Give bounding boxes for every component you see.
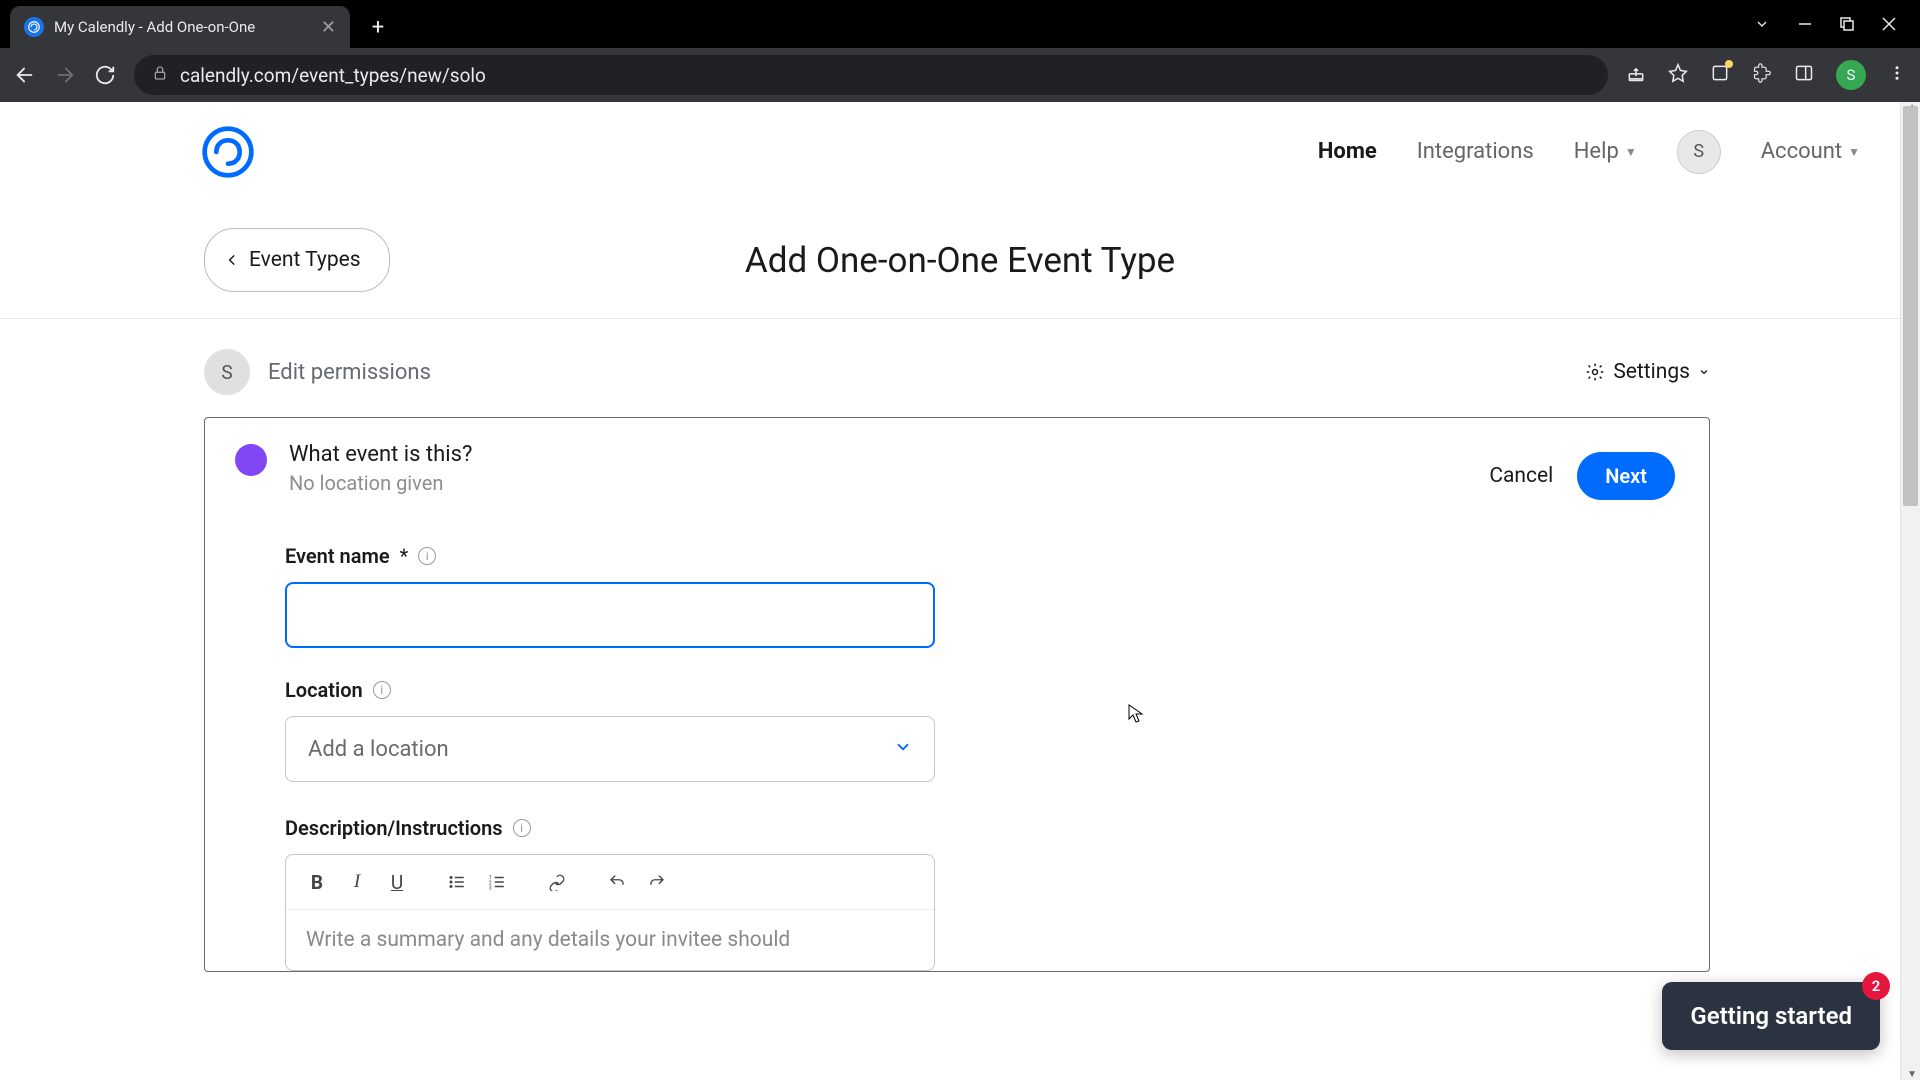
nav-help-label: Help bbox=[1574, 139, 1619, 164]
description-label: Description/Instructions bbox=[285, 816, 503, 840]
info-icon[interactable]: i bbox=[373, 681, 391, 699]
info-icon[interactable]: i bbox=[513, 819, 531, 837]
italic-icon[interactable]: I bbox=[340, 865, 374, 899]
browser-toolbar: calendly.com/event_types/new/solo S bbox=[0, 48, 1920, 102]
caret-down-icon: ▼ bbox=[1625, 145, 1637, 159]
underline-icon[interactable]: U bbox=[380, 865, 414, 899]
description-field: Description/Instructions i B I U 123 bbox=[285, 816, 1629, 971]
bullet-list-icon[interactable] bbox=[440, 865, 474, 899]
profile-avatar[interactable]: S bbox=[1836, 60, 1866, 90]
editor-toolbar: B I U 123 bbox=[286, 855, 934, 910]
sidepanel-icon[interactable] bbox=[1794, 63, 1814, 87]
scroll-down-icon[interactable]: ▼ bbox=[1907, 1069, 1917, 1080]
nav-account[interactable]: Account ▼ bbox=[1761, 139, 1860, 164]
location-label-row: Location i bbox=[285, 678, 1629, 702]
numbered-list-icon[interactable]: 123 bbox=[480, 865, 514, 899]
card-subtitle: No location given bbox=[289, 471, 1489, 495]
location-select[interactable]: Add a location bbox=[285, 716, 935, 782]
event-color-dot bbox=[235, 444, 267, 476]
chevron-left-icon bbox=[225, 253, 239, 267]
rich-text-editor: B I U 123 Wri bbox=[285, 854, 935, 971]
calendly-favicon bbox=[24, 17, 44, 37]
chevron-down-icon bbox=[1698, 366, 1710, 378]
required-mark: * bbox=[400, 544, 409, 568]
bold-icon[interactable]: B bbox=[300, 865, 334, 899]
permissions-left: S Edit permissions bbox=[204, 349, 431, 395]
event-name-field: Event name * i bbox=[285, 544, 1629, 648]
link-icon[interactable] bbox=[540, 865, 574, 899]
page-viewport: Home Integrations Help ▼ S Account ▼ Event… bbox=[0, 102, 1920, 1080]
page-title: Add One-on-One Event Type bbox=[745, 240, 1175, 281]
reload-icon[interactable] bbox=[94, 64, 116, 86]
star-icon[interactable] bbox=[1668, 63, 1688, 87]
help-badge: 2 bbox=[1862, 972, 1890, 1000]
url-text: calendly.com/event_types/new/solo bbox=[180, 64, 486, 87]
tab-title: My Calendly - Add One-on-One bbox=[54, 18, 311, 36]
description-label-row: Description/Instructions i bbox=[285, 816, 1629, 840]
permissions-row: S Edit permissions Settings bbox=[204, 349, 1710, 395]
help-label: Getting started bbox=[1690, 1002, 1852, 1030]
header-nav: Home Integrations Help ▼ S Account ▼ bbox=[1318, 130, 1860, 174]
card-header: What event is this? No location given Ca… bbox=[205, 418, 1709, 524]
cancel-button[interactable]: Cancel bbox=[1489, 464, 1553, 488]
svg-text:3: 3 bbox=[489, 886, 492, 892]
back-icon[interactable] bbox=[14, 64, 36, 86]
nav-integrations[interactable]: Integrations bbox=[1417, 139, 1534, 164]
location-field: Location i Add a location bbox=[285, 678, 1629, 782]
browser-tab[interactable]: My Calendly - Add One-on-One ✕ bbox=[10, 6, 350, 48]
nav-help[interactable]: Help ▼ bbox=[1574, 139, 1637, 164]
location-label: Location bbox=[285, 678, 363, 702]
forward-icon[interactable] bbox=[54, 64, 76, 86]
event-name-label: Event name bbox=[285, 544, 390, 568]
content-area: S Edit permissions Settings What event i… bbox=[0, 319, 1920, 972]
extension-notif-icon[interactable] bbox=[1710, 63, 1730, 87]
close-window-icon[interactable] bbox=[1882, 17, 1896, 31]
chevron-down-icon bbox=[894, 738, 912, 760]
edit-permissions-link[interactable]: Edit permissions bbox=[268, 360, 431, 385]
description-input[interactable]: Write a summary and any details your inv… bbox=[286, 910, 934, 970]
card-body: Event name * i Location i Add a location bbox=[205, 524, 1709, 971]
user-avatar[interactable]: S bbox=[1677, 130, 1721, 174]
subheader: Event Types Add One-on-One Event Type bbox=[0, 202, 1920, 319]
new-tab-button[interactable]: + bbox=[360, 9, 396, 45]
close-tab-icon[interactable]: ✕ bbox=[321, 17, 336, 38]
calendly-logo[interactable] bbox=[200, 124, 256, 180]
share-icon[interactable] bbox=[1626, 63, 1646, 87]
window-controls bbox=[1754, 0, 1920, 48]
card-titles: What event is this? No location given bbox=[289, 442, 1489, 495]
gear-icon bbox=[1585, 362, 1605, 382]
event-name-label-row: Event name * i bbox=[285, 544, 1629, 568]
undo-icon[interactable] bbox=[600, 865, 634, 899]
event-card: What event is this? No location given Ca… bbox=[204, 417, 1710, 972]
nav-account-label: Account bbox=[1761, 139, 1842, 164]
redo-icon[interactable] bbox=[640, 865, 674, 899]
info-icon[interactable]: i bbox=[418, 547, 436, 565]
card-question: What event is this? bbox=[289, 442, 1489, 467]
browser-tab-strip: My Calendly - Add One-on-One ✕ + bbox=[0, 0, 1920, 48]
description-placeholder: Write a summary and any details your inv… bbox=[306, 928, 790, 952]
nav-home[interactable]: Home bbox=[1318, 139, 1377, 164]
lock-icon[interactable] bbox=[152, 65, 168, 85]
scrollbar[interactable]: ▲ ▼ bbox=[1900, 102, 1920, 1080]
card-actions: Cancel Next bbox=[1489, 452, 1675, 500]
settings-dropdown[interactable]: Settings bbox=[1585, 360, 1710, 384]
minimize-icon[interactable] bbox=[1798, 17, 1812, 31]
app-header: Home Integrations Help ▼ S Account ▼ bbox=[0, 102, 1920, 202]
toolbar-right: S bbox=[1626, 60, 1906, 90]
extensions-icon[interactable] bbox=[1752, 63, 1772, 87]
event-name-input[interactable] bbox=[285, 582, 935, 648]
settings-label: Settings bbox=[1613, 360, 1690, 384]
address-bar[interactable]: calendly.com/event_types/new/solo bbox=[134, 55, 1608, 95]
next-button[interactable]: Next bbox=[1577, 452, 1675, 500]
location-placeholder: Add a location bbox=[308, 737, 449, 762]
maximize-icon[interactable] bbox=[1840, 17, 1854, 31]
menu-icon[interactable] bbox=[1888, 64, 1906, 86]
back-button[interactable]: Event Types bbox=[204, 228, 390, 292]
tabs-dropdown-icon[interactable] bbox=[1754, 16, 1770, 32]
caret-down-icon: ▼ bbox=[1848, 145, 1860, 159]
help-widget[interactable]: Getting started 2 bbox=[1662, 982, 1880, 1050]
scrollbar-thumb[interactable] bbox=[1903, 106, 1918, 506]
back-label: Event Types bbox=[249, 248, 361, 272]
permissions-avatar: S bbox=[204, 349, 250, 395]
